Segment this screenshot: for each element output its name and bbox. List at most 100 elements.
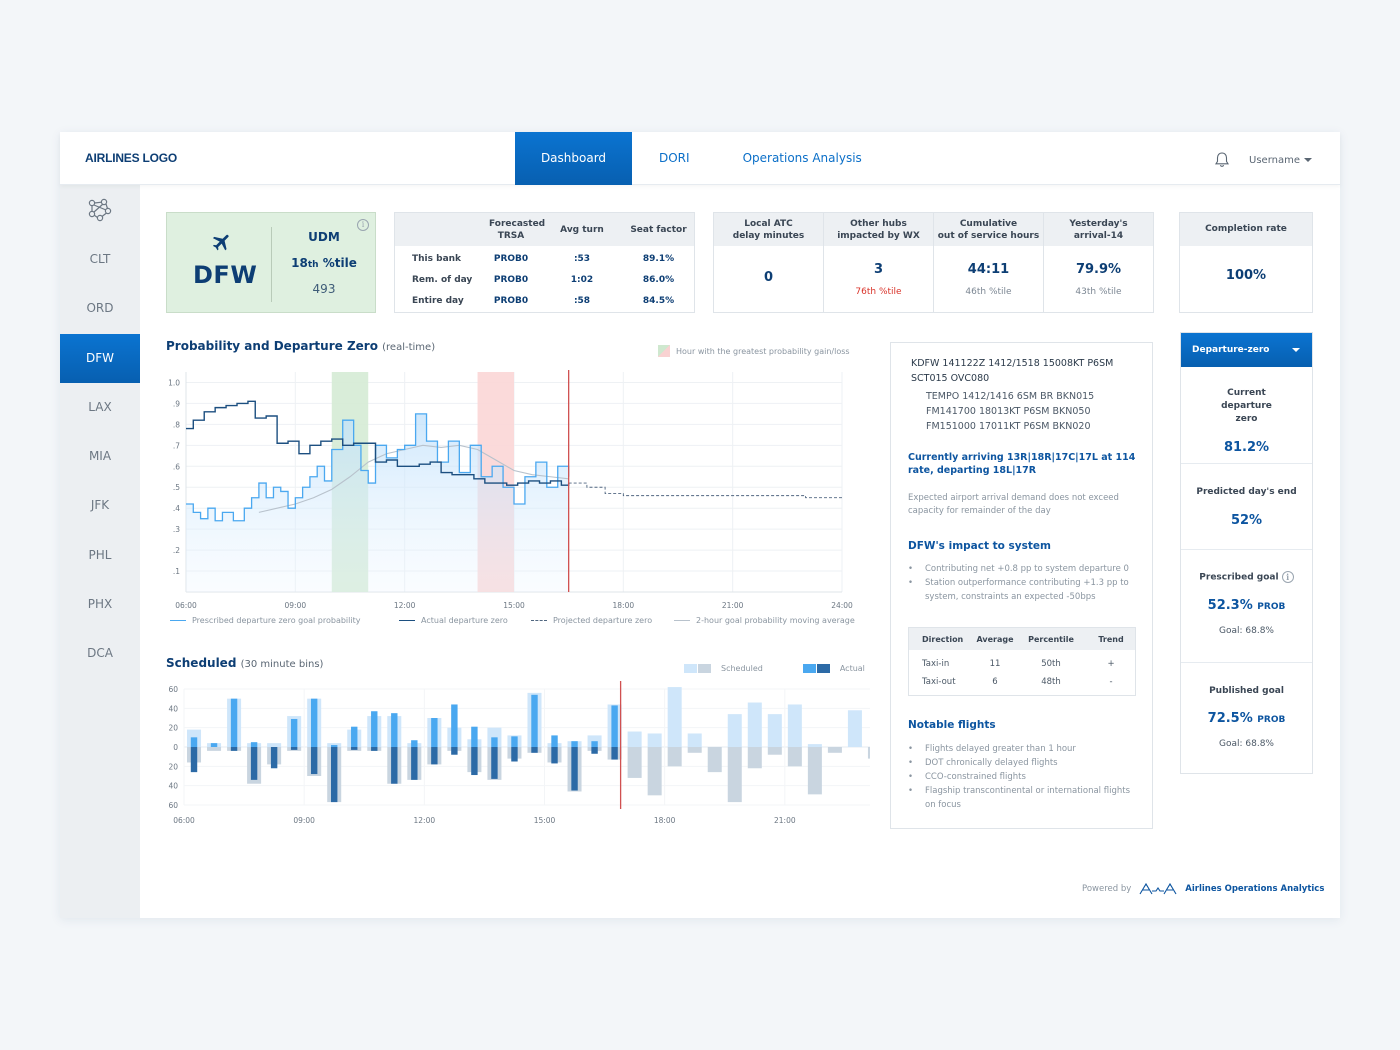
y-tick-label: 0 bbox=[173, 743, 178, 752]
kpi-other-hubs: Other hubs impacted by WX 3 76th %tile bbox=[824, 213, 934, 312]
tab-operations-analysis[interactable]: Operations Analysis bbox=[717, 132, 888, 185]
sidebar-item-phx[interactable]: PHX bbox=[60, 580, 140, 629]
actual-departure-bar bbox=[471, 726, 478, 747]
sidebar-item-ord[interactable]: ORD bbox=[60, 284, 140, 333]
table-row: Taxi-in 11 50th + bbox=[922, 659, 1115, 669]
kpi-value: 79.9% bbox=[1075, 262, 1122, 277]
actual-departure-bar bbox=[511, 736, 518, 747]
actual-arrival-bar bbox=[511, 747, 518, 762]
sidebar-item-clt[interactable]: CLT bbox=[60, 235, 140, 284]
scheduled-departure-bar bbox=[667, 687, 682, 747]
highlight-legend-text: Hour with the greatest probability gain/… bbox=[676, 346, 850, 356]
kpi-value: 3 bbox=[873, 262, 884, 277]
legend-scheduled: Scheduled bbox=[721, 664, 763, 673]
kpi-label: Other hubs impacted by WX bbox=[824, 213, 933, 246]
scheduled-departure-bar bbox=[807, 744, 822, 747]
actual-arrival-bar bbox=[571, 747, 578, 791]
actual-departure-bar bbox=[351, 726, 358, 747]
seat-value: 84.5% bbox=[642, 295, 675, 306]
legend-moving-average: 2-hour goal probability moving average bbox=[674, 616, 855, 625]
row-label: Entire day bbox=[412, 295, 464, 306]
sidebar-item-dca[interactable]: DCA bbox=[60, 629, 140, 678]
trsa-value: PROB0 bbox=[493, 274, 529, 285]
udm-pct-label: %tile bbox=[318, 256, 357, 270]
udm-value: 493 bbox=[312, 282, 336, 296]
x-tick-label: 12:00 bbox=[414, 816, 436, 825]
sidebar-item-dfw[interactable]: DFW bbox=[60, 333, 140, 383]
airplane-icon bbox=[212, 234, 229, 251]
station-card: DFW UDM 18th %tile 493 i bbox=[166, 212, 376, 313]
scheduled-departure-bar bbox=[767, 714, 782, 747]
info-icon[interactable]: i bbox=[1281, 571, 1294, 583]
actual-arrival-bar bbox=[411, 747, 418, 780]
bell-icon[interactable] bbox=[1213, 151, 1231, 169]
row-label: This bank bbox=[412, 253, 462, 264]
y-tick-label: .9 bbox=[173, 399, 180, 408]
current-departure-zero: Current departure zero 81.2% bbox=[1181, 367, 1312, 464]
dropdown-label: Departure-zero bbox=[1192, 345, 1270, 355]
actual-arrival-bar bbox=[270, 747, 278, 769]
x-tick-label: 15:00 bbox=[534, 816, 556, 825]
x-tick-label: 18:00 bbox=[654, 816, 676, 825]
sched-legend: Scheduled Actual bbox=[684, 664, 865, 673]
list-item[interactable]: Flights delayed greater than 1 hour bbox=[908, 742, 1143, 756]
y-tick-label: .2 bbox=[173, 546, 180, 555]
aoa-logo-icon bbox=[1139, 882, 1177, 895]
actual-swatch bbox=[802, 664, 830, 673]
udm-label: UDM bbox=[308, 230, 340, 244]
kpi-local-atc: Local ATC delay minutes 0 bbox=[714, 213, 824, 312]
section-label: Prescribed goal i bbox=[1181, 571, 1312, 585]
station-sidebar: CLT ORD DFW LAX MIA JFK PHL PHX DCA bbox=[60, 185, 140, 918]
udm-rank-suffix: th bbox=[307, 260, 319, 270]
network-hub-icon[interactable] bbox=[60, 185, 140, 235]
actual-arrival-bar bbox=[290, 747, 298, 750]
completion-value: 100% bbox=[1225, 268, 1267, 283]
y-tick-label: .4 bbox=[173, 504, 180, 513]
scheduled-departure-bar bbox=[787, 704, 802, 747]
actual-departure-bar bbox=[290, 718, 298, 747]
user-menu[interactable]: Username bbox=[1249, 155, 1312, 166]
tab-dashboard[interactable]: Dashboard bbox=[515, 132, 632, 185]
taf-lines: TEMPO 1412/1416 6SM BR BKN015 FM141700 1… bbox=[926, 389, 1094, 434]
turn-value: 1:02 bbox=[570, 274, 594, 285]
list-item[interactable]: DOT chronically delayed flights bbox=[908, 756, 1143, 770]
scheduled-arrival-bar bbox=[727, 747, 742, 803]
y-tick-label: .1 bbox=[173, 567, 180, 576]
col-average: Average bbox=[976, 634, 1014, 644]
actual-arrival-bar bbox=[190, 747, 198, 773]
tab-dori[interactable]: DORI bbox=[632, 132, 717, 185]
scheduled-arrival-bar bbox=[687, 747, 702, 753]
metric-dropdown[interactable]: Departure-zero bbox=[1181, 333, 1312, 367]
scheduled-departure-bar bbox=[687, 733, 702, 747]
actual-arrival-bar bbox=[250, 747, 258, 780]
list-item[interactable]: Flagship transcontinental or internation… bbox=[908, 784, 1143, 812]
trsa-header: Forecasted TRSA Avg turn Seat factor bbox=[395, 213, 694, 246]
x-tick-label: 09:00 bbox=[293, 816, 315, 825]
x-tick-label: 12:00 bbox=[394, 601, 416, 610]
airline-logo[interactable]: AIRLINES LOGO bbox=[85, 151, 177, 165]
departure-zero-panel: Departure-zero Current departure zero 81… bbox=[1180, 332, 1313, 774]
kpi-arrival-14: Yesterday's arrival-14 79.9% 43th %tile bbox=[1044, 213, 1153, 312]
list-item[interactable]: CCO-constrained flights bbox=[908, 770, 1143, 784]
sidebar-item-jfk[interactable]: JFK bbox=[60, 481, 140, 530]
actual-arrival-bar bbox=[451, 747, 458, 755]
completion-rate-card: Completion rate 100% bbox=[1179, 212, 1313, 313]
taxi-table: Direction Average Percentile Trend Taxi-… bbox=[908, 627, 1136, 696]
brand-name[interactable]: Airlines Operations Analytics bbox=[1185, 884, 1324, 894]
sidebar-item-phl[interactable]: PHL bbox=[60, 531, 140, 580]
info-icon[interactable]: i bbox=[357, 219, 369, 231]
legend-actual: Actual departure zero bbox=[399, 616, 531, 625]
y-tick-label: 1.0 bbox=[168, 378, 180, 387]
legend-actual: Actual bbox=[839, 664, 865, 673]
scheduled-departure-bar bbox=[727, 714, 742, 747]
trsa-table: Forecasted TRSA Avg turn Seat factor Thi… bbox=[394, 212, 695, 313]
prob-chart-legend: Prescribed departure zero goal probabili… bbox=[170, 616, 855, 625]
scheduled-departure-bar bbox=[627, 731, 642, 747]
x-tick-label: 15:00 bbox=[503, 601, 525, 610]
scheduled-chart: 60 40 20 0 20 40 60 06:00 09:00 12:00 15:00 18:00 21… bbox=[168, 681, 870, 825]
actual-departure-bar bbox=[230, 698, 238, 747]
sidebar-item-mia[interactable]: MIA bbox=[60, 432, 140, 481]
sidebar-item-lax[interactable]: LAX bbox=[60, 383, 140, 432]
footer: Powered by Airlines Operations Analytics bbox=[1082, 882, 1324, 896]
y-tick-label: .8 bbox=[173, 420, 180, 429]
